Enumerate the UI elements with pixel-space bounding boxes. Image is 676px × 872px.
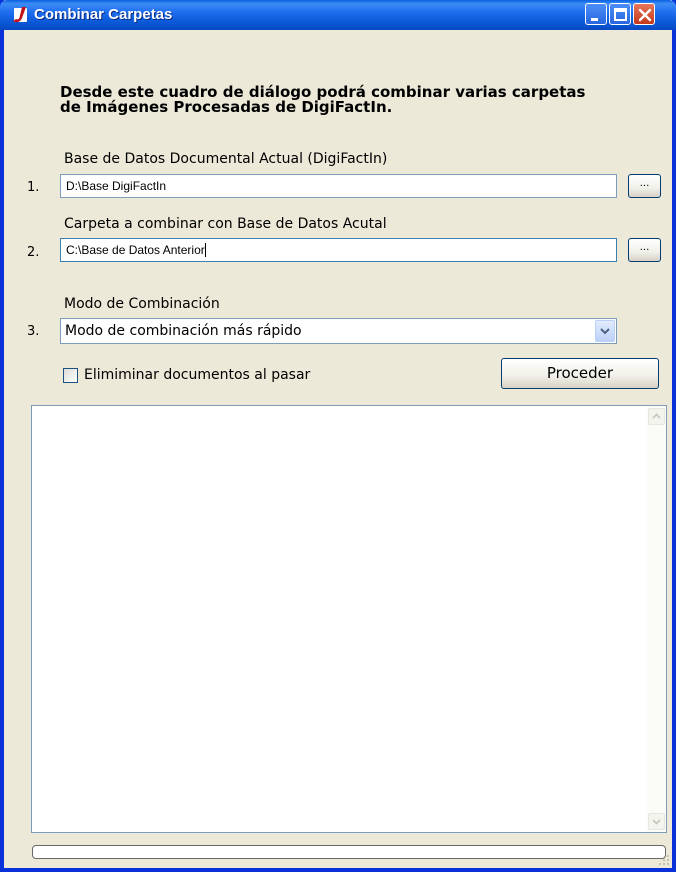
scroll-down-button[interactable] xyxy=(648,813,665,830)
title-bar[interactable]: Combinar Carpetas xyxy=(0,0,676,30)
description-line-2: de Imágenes Procesadas de DigiFactIn. xyxy=(60,98,393,116)
chevron-down-icon xyxy=(600,328,610,335)
merge-folder-label: Carpeta a combinar con Base de Datos Acu… xyxy=(64,216,387,232)
minimize-button[interactable] xyxy=(585,3,607,25)
step-number-2: 2. xyxy=(27,245,40,260)
delete-documents-checkbox[interactable] xyxy=(63,368,78,383)
current-database-value: D:\Base DigiFactIn xyxy=(66,179,167,193)
merge-folder-value: C:\Base de Datos Anterior xyxy=(66,243,205,257)
app-icon xyxy=(13,7,27,23)
minimize-icon xyxy=(591,18,598,21)
dialog-window: Combinar Carpetas Desde este cuadro de d… xyxy=(0,0,676,872)
scroll-down-icon xyxy=(652,819,661,825)
maximize-button[interactable] xyxy=(609,3,631,25)
step-number-3: 3. xyxy=(27,324,40,339)
proceed-button[interactable]: Proceder xyxy=(501,358,659,389)
scroll-up-icon xyxy=(652,413,661,419)
vertical-scrollbar[interactable] xyxy=(647,406,666,832)
step-number-1: 1. xyxy=(27,180,40,195)
maximize-icon xyxy=(614,8,627,21)
scroll-up-button[interactable] xyxy=(648,408,665,425)
merge-mode-selected-value: Modo de combinación más rápido xyxy=(65,323,302,339)
current-database-label: Base de Datos Documental Actual (DigiFac… xyxy=(64,151,388,167)
dialog-description: Desde este cuadro de diálogo podrá combi… xyxy=(60,85,660,115)
browse-current-database-button[interactable]: ... xyxy=(628,174,661,198)
merge-folder-input[interactable]: C:\Base de Datos Anterior xyxy=(60,238,617,262)
window-title: Combinar Carpetas xyxy=(34,6,173,23)
merge-mode-select[interactable]: Modo de combinación más rápido xyxy=(60,318,617,344)
current-database-input[interactable]: D:\Base DigiFactIn xyxy=(60,174,617,198)
dropdown-arrow-button[interactable] xyxy=(595,320,615,342)
close-button[interactable] xyxy=(633,3,655,25)
delete-documents-label[interactable]: Elimiminar documentos al pasar xyxy=(84,367,310,383)
text-caret xyxy=(204,243,206,257)
close-icon xyxy=(638,8,652,22)
log-textarea[interactable] xyxy=(31,405,667,833)
browse-merge-folder-button[interactable]: ... xyxy=(628,238,661,262)
merge-mode-label: Modo de Combinación xyxy=(64,296,220,312)
resize-grip-icon[interactable] xyxy=(658,854,670,866)
progress-bar xyxy=(32,845,666,859)
